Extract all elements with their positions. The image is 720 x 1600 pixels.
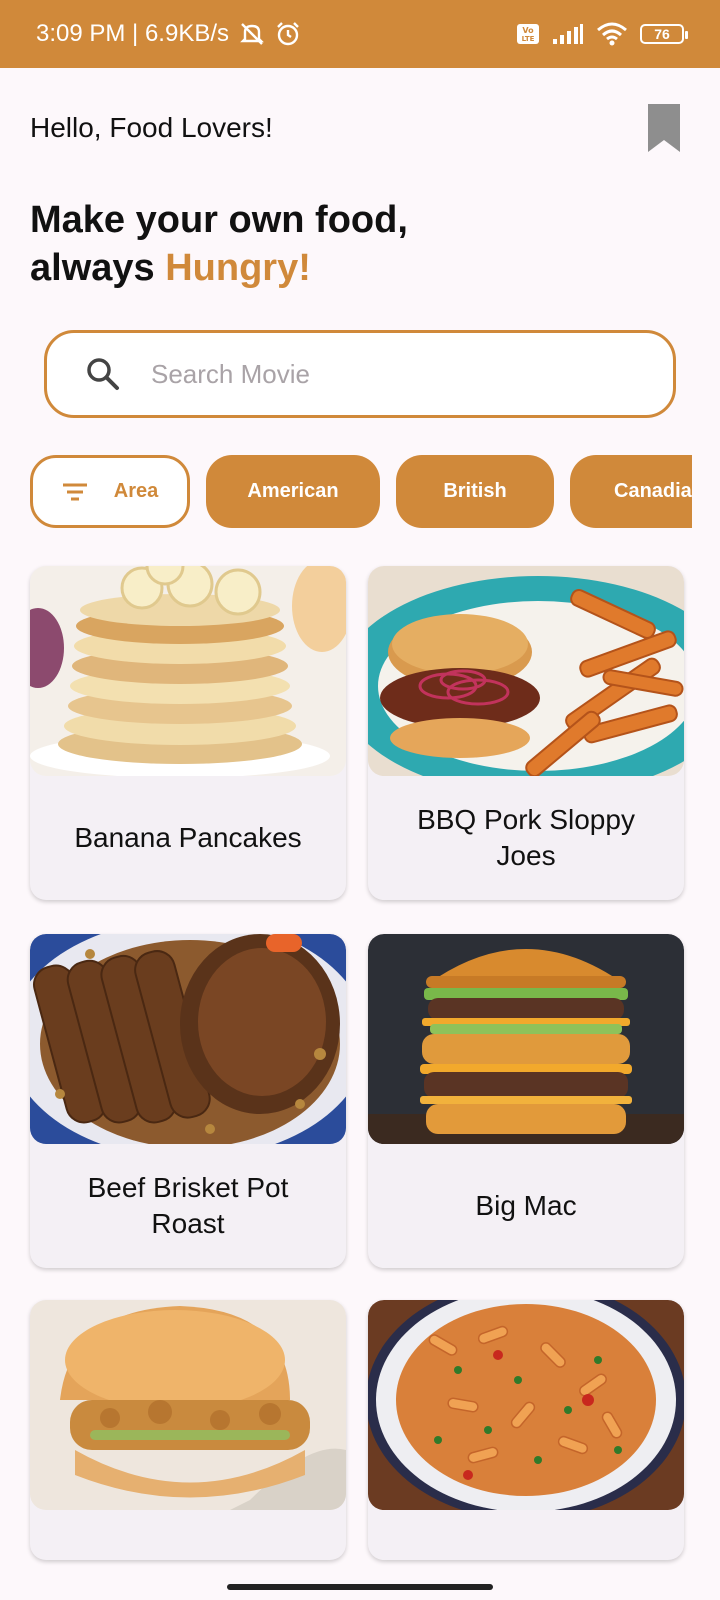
battery-icon: 76 <box>640 24 688 44</box>
meal-image <box>30 1300 346 1510</box>
meal-image <box>368 566 684 776</box>
area-filter-label: Area <box>113 480 159 502</box>
greeting-text: Hello, Food Lovers! <box>30 112 273 143</box>
meal-image <box>30 934 346 1144</box>
meal-image <box>30 566 346 776</box>
headline-accent: Hungry! <box>165 247 311 289</box>
chip-british[interactable]: British <box>396 455 554 528</box>
headline-prefix: always <box>30 247 166 289</box>
mute-icon <box>239 21 265 47</box>
search-icon <box>87 358 119 390</box>
status-left: 3:09 PM | 6.9KB/s <box>36 20 301 48</box>
meal-card-beef-brisket-pot-roast[interactable]: Beef Brisket Pot Roast <box>30 934 346 1268</box>
meal-image <box>368 934 684 1144</box>
volte-icon: Vo LTE <box>516 23 540 45</box>
meal-title <box>368 1510 684 1560</box>
chip-canadian[interactable]: Canadian <box>570 455 692 528</box>
status-time: 3:09 PM | 6.9KB/s <box>36 20 229 47</box>
chip-label: Canadian <box>614 480 692 502</box>
battery-level: 76 <box>654 26 670 42</box>
chip-label: British <box>443 480 507 502</box>
meal-card-5[interactable] <box>30 1300 346 1560</box>
filter-chips: Area American British Canadian <box>30 455 692 530</box>
bookmark-icon[interactable] <box>646 102 682 154</box>
meal-title: Big Mac <box>475 1190 577 1221</box>
headline: Make your own food, always Hungry! <box>30 196 408 292</box>
headline-line-2: always Hungry! <box>30 244 408 292</box>
meal-title: Banana Pancakes <box>74 822 302 853</box>
meal-title: Beef Brisket Pot Roast <box>87 1172 289 1239</box>
filter-icon <box>62 483 87 500</box>
wifi-icon <box>596 22 628 46</box>
svg-text:LTE: LTE <box>522 35 535 43</box>
alarm-icon <box>275 21 301 47</box>
signal-icon <box>552 23 584 45</box>
home-indicator[interactable] <box>227 1584 493 1590</box>
meal-title: BBQ Pork Sloppy Joes <box>417 804 635 871</box>
headline-line-1: Make your own food, <box>30 199 408 241</box>
meal-card-banana-pancakes[interactable]: Banana Pancakes <box>30 566 346 900</box>
search-input[interactable] <box>151 358 611 390</box>
chip-american[interactable]: American <box>206 455 380 528</box>
status-right: Vo LTE 76 <box>516 22 688 46</box>
meal-card-big-mac[interactable]: Big Mac <box>368 934 684 1268</box>
meal-title <box>30 1510 346 1560</box>
chip-label: American <box>247 480 339 502</box>
area-filter-button[interactable]: Area <box>30 455 190 528</box>
search-bar[interactable] <box>44 330 676 418</box>
status-bar: 3:09 PM | 6.9KB/s Vo LTE 76 <box>0 0 720 68</box>
meal-card-bbq-pork-sloppy-joes[interactable]: BBQ Pork Sloppy Joes <box>368 566 684 900</box>
svg-text:Vo: Vo <box>522 26 534 35</box>
meal-image <box>368 1300 684 1510</box>
meal-card-6[interactable] <box>368 1300 684 1560</box>
